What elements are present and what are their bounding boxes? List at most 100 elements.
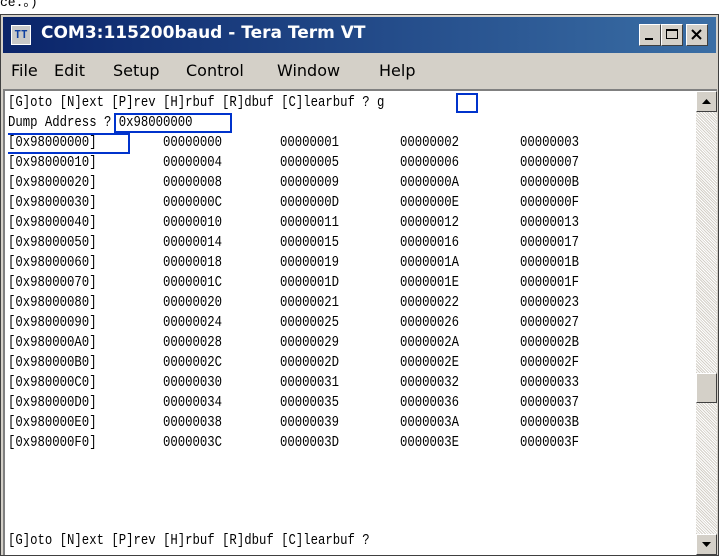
scroll-down-icon — [702, 542, 711, 547]
value-cell: 00000038 — [163, 414, 223, 431]
menu-window[interactable]: Window — [277, 61, 340, 80]
value-cell: 00000028 — [163, 334, 223, 351]
value-cell: 0000000B — [520, 174, 580, 191]
value-cell: 00000022 — [400, 294, 460, 311]
value-cell: 00000001 — [280, 134, 340, 151]
value-cell: 0000001B — [520, 254, 580, 271]
value-cell: 00000002 — [400, 134, 460, 151]
close-icon — [691, 29, 702, 40]
value-cell: 0000003E — [400, 434, 460, 451]
value-cell: 00000031 — [280, 374, 340, 391]
highlight-box-dump-address — [114, 113, 232, 133]
value-cell: 0000000C — [163, 194, 223, 211]
address-cell: [0x98000050] — [8, 234, 97, 251]
scroll-up-button[interactable] — [696, 91, 717, 112]
value-cell: 00000036 — [400, 394, 460, 411]
value-cell: 00000024 — [163, 314, 223, 331]
value-cell: 00000030 — [163, 374, 223, 391]
value-cell: 00000009 — [280, 174, 340, 191]
terminal-screen[interactable]: [G]oto [N]ext [P]rev [H]rbuf [R]dbuf [C]… — [8, 91, 688, 553]
menu-edit[interactable]: Edit — [54, 61, 85, 80]
value-cell: 0000001C — [163, 274, 223, 291]
value-cell: 0000002C — [163, 354, 223, 371]
value-cell: 0000003C — [163, 434, 223, 451]
scroll-up-icon — [702, 99, 711, 104]
value-cell: 00000018 — [163, 254, 223, 271]
menu-setup-label: Setup — [113, 61, 160, 80]
address-cell: [0x980000B0] — [8, 354, 97, 371]
menu-control[interactable]: Control — [186, 61, 244, 80]
value-cell: 0000003A — [400, 414, 460, 431]
value-cell: 00000034 — [163, 394, 223, 411]
value-cell: 00000020 — [163, 294, 223, 311]
value-cell: 0000002D — [280, 354, 340, 371]
value-cell: 00000006 — [400, 154, 460, 171]
value-cell: 00000021 — [280, 294, 340, 311]
value-cell: 00000005 — [280, 154, 340, 171]
prompt-line: [G]oto [N]ext [P]rev [H]rbuf [R]dbuf [C]… — [8, 94, 385, 111]
terminal-client-area[interactable]: [G]oto [N]ext [P]rev [H]rbuf [R]dbuf [C]… — [3, 89, 717, 555]
value-cell: 0000000D — [280, 194, 340, 211]
value-cell: 00000013 — [520, 214, 580, 231]
value-cell: 00000015 — [280, 234, 340, 251]
menu-file-label: File — [11, 61, 38, 80]
value-cell: 00000023 — [520, 294, 580, 311]
close-button[interactable] — [686, 24, 708, 46]
value-cell: 00000010 — [163, 214, 223, 231]
address-cell: [0x980000E0] — [8, 414, 97, 431]
highlight-box-command — [456, 93, 478, 113]
menu-window-label: Window — [277, 61, 341, 80]
value-cell: 00000037 — [520, 394, 580, 411]
value-cell: 00000016 — [400, 234, 460, 251]
value-cell: 00000019 — [280, 254, 340, 271]
tera-term-icon[interactable]: TT — [11, 25, 31, 45]
window-title: COM3:115200baud - Tera Term VT — [41, 23, 366, 43]
value-cell: 0000002E — [400, 354, 460, 371]
address-cell: [0x98000020] — [8, 174, 97, 191]
value-cell: 00000007 — [520, 154, 580, 171]
value-cell: 00000012 — [400, 214, 460, 231]
title-bar[interactable]: TT COM3:115200baud - Tera Term VT — [3, 17, 716, 53]
maximize-icon — [666, 29, 678, 39]
menu-control-label: Control — [186, 61, 244, 80]
value-cell: 0000001F — [520, 274, 580, 291]
value-cell: 0000000A — [400, 174, 460, 191]
value-cell: 0000003F — [520, 434, 580, 451]
menu-file[interactable]: File — [11, 61, 38, 80]
scroll-thumb[interactable] — [696, 373, 717, 403]
cropped-text-fragment: ce.。) — [0, 0, 721, 14]
tera-term-window: TT COM3:115200baud - Tera Term VT File E… — [0, 14, 719, 556]
minimize-icon — [645, 38, 653, 40]
value-cell: 0000002B — [520, 334, 580, 351]
menu-bar: File Edit Setup Control Window Help — [3, 55, 716, 85]
value-cell: 0000001A — [400, 254, 460, 271]
value-cell: 0000001D — [280, 274, 340, 291]
value-cell: 00000000 — [163, 134, 223, 151]
value-cell: 00000008 — [163, 174, 223, 191]
minimize-button[interactable] — [639, 24, 661, 46]
value-cell: 00000014 — [163, 234, 223, 251]
value-cell: 00000029 — [280, 334, 340, 351]
address-cell: [0x980000F0] — [8, 434, 97, 451]
maximize-button[interactable] — [661, 24, 683, 46]
menu-setup[interactable]: Setup — [113, 61, 160, 80]
cropped-text: ce.。) — [0, 0, 38, 10]
address-cell: [0x980000A0] — [8, 334, 97, 351]
address-cell: [0x980000D0] — [8, 394, 97, 411]
value-cell: 00000032 — [400, 374, 460, 391]
vertical-scrollbar[interactable] — [696, 91, 717, 555]
address-cell: [0x98000060] — [8, 254, 97, 271]
value-cell: 0000000F — [520, 194, 580, 211]
address-cell: [0x98000080] — [8, 294, 97, 311]
value-cell: 00000004 — [163, 154, 223, 171]
value-cell: 0000001E — [400, 274, 460, 291]
value-cell: 0000003D — [280, 434, 340, 451]
scroll-down-button[interactable] — [696, 534, 717, 555]
value-cell: 00000026 — [400, 314, 460, 331]
value-cell: 00000027 — [520, 314, 580, 331]
footer-prompt-line: [G]oto [N]ext [P]rev [H]rbuf [R]dbuf [C]… — [8, 532, 370, 549]
value-cell: 0000003B — [520, 414, 580, 431]
value-cell: 00000033 — [520, 374, 580, 391]
menu-help[interactable]: Help — [379, 61, 415, 80]
value-cell: 00000039 — [280, 414, 340, 431]
